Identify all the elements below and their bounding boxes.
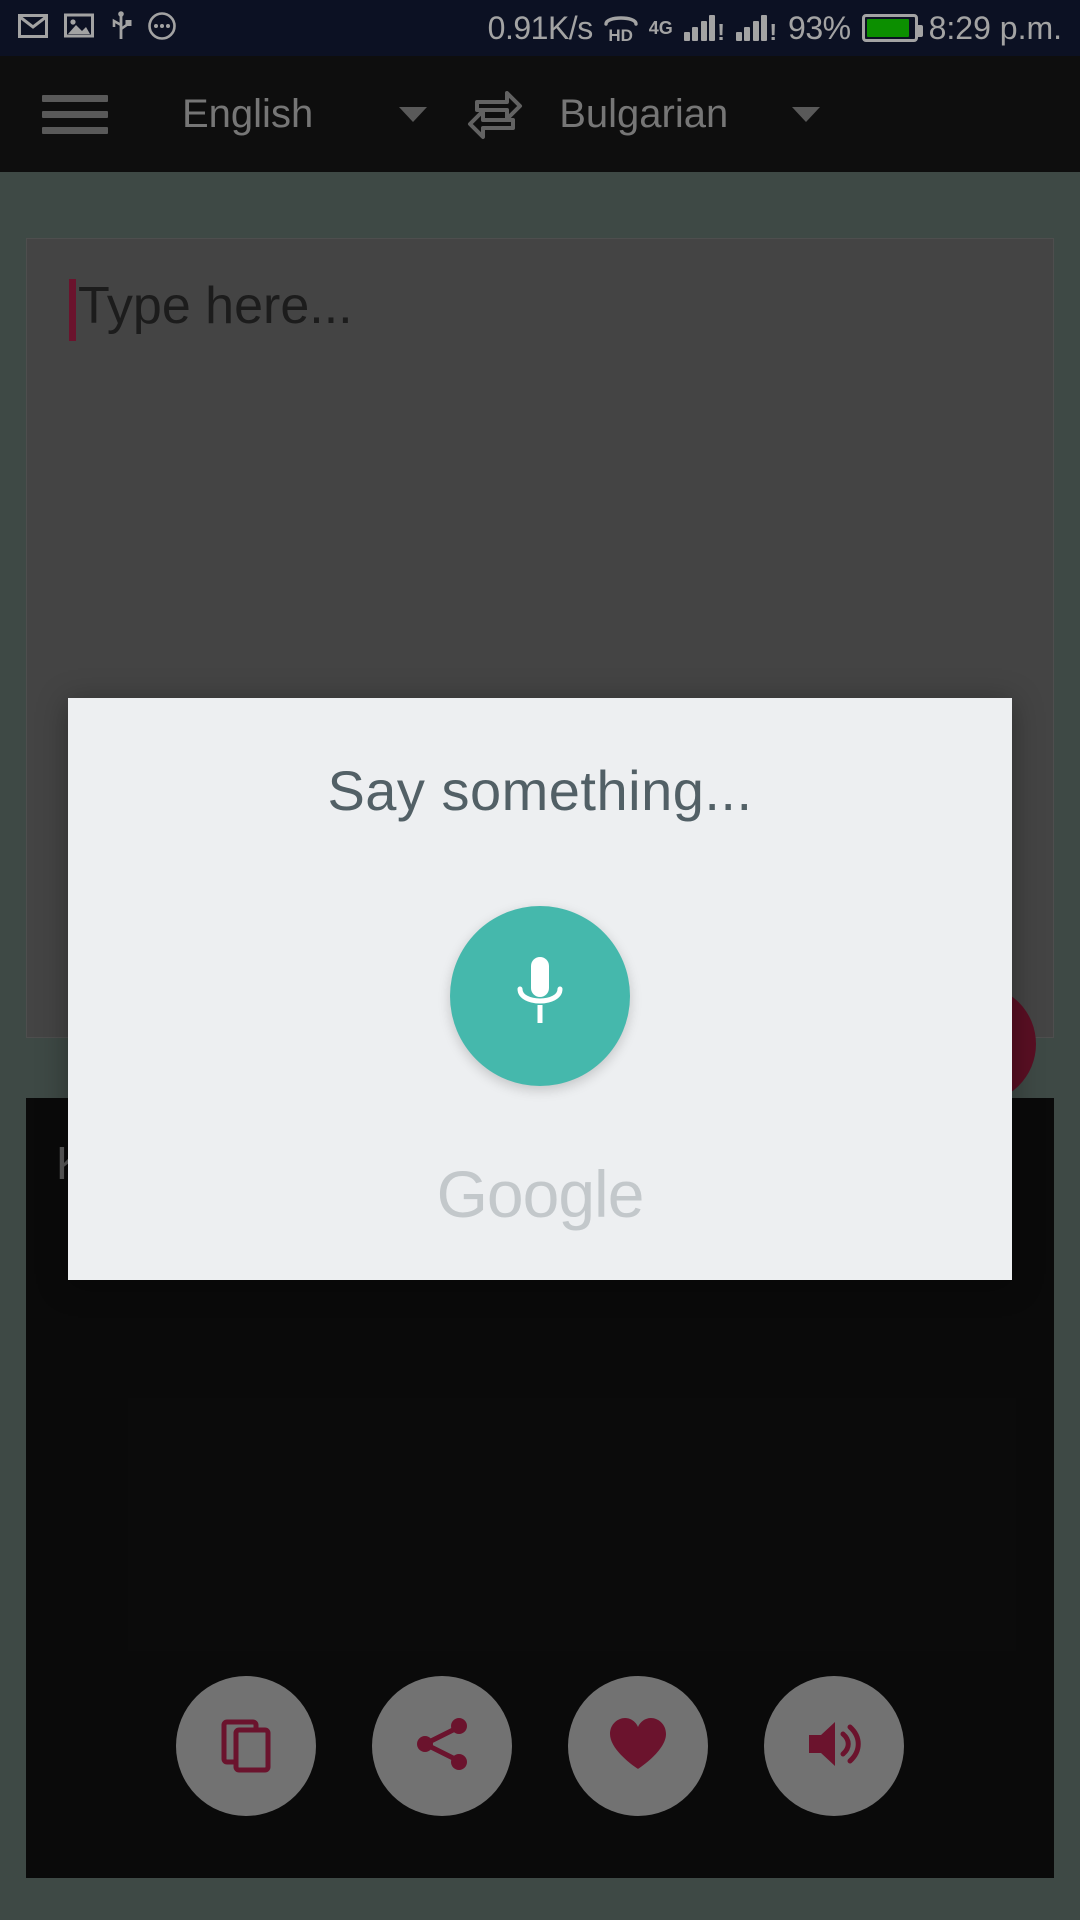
voice-input-dialog: Say something... Google [68, 698, 1012, 1280]
sim2-signal-icon: ! [735, 15, 778, 45]
image-icon [64, 13, 94, 43]
microphone-icon [503, 951, 577, 1042]
google-brand-label: Google [436, 1157, 645, 1231]
source-language-label: English [182, 91, 314, 136]
target-language-label: Bulgarian [559, 91, 729, 136]
chevron-down-icon [792, 106, 821, 122]
hd-label: HD [608, 25, 633, 45]
battery-percent-label: 93% [788, 9, 851, 46]
status-bar: 0.91K/s HD 4G ! ! 93% 8:29 p.m. [0, 0, 1080, 56]
chevron-down-icon [399, 106, 428, 122]
hd-call-icon: HD [603, 13, 638, 45]
usb-icon [110, 10, 132, 46]
more-notifications-icon [148, 11, 176, 45]
clock-label: 8:29 p.m. [928, 9, 1062, 46]
speaker-icon [803, 1715, 865, 1778]
network-speed-label: 0.91K/s [487, 9, 594, 46]
hamburger-menu-icon[interactable] [42, 94, 138, 134]
speak-button[interactable] [764, 1676, 904, 1816]
copy-button[interactable] [176, 1676, 316, 1816]
swap-languages-icon[interactable] [467, 86, 523, 142]
sim1-signal-icon: ! [683, 15, 725, 45]
result-action-bar [26, 1676, 1054, 1816]
source-language-selector[interactable]: English [182, 91, 428, 137]
phone-screen: 0.91K/s HD 4G ! ! 93% 8:29 p.m. English … [0, 0, 1080, 1920]
voice-dialog-title: Say something... [327, 759, 753, 822]
source-text-input[interactable]: Type here... [27, 239, 1053, 341]
app-toolbar: English Bulgarian [0, 56, 1080, 172]
target-language-selector[interactable]: Bulgarian [559, 91, 821, 137]
microphone-button[interactable] [450, 906, 630, 1086]
favorite-button[interactable] [568, 1676, 708, 1816]
copy-icon [216, 1714, 276, 1779]
network-type-label: 4G [648, 17, 673, 38]
battery-icon [861, 14, 923, 42]
sim2-warning-label: ! [769, 18, 778, 45]
heart-icon [607, 1715, 669, 1778]
share-icon [411, 1713, 473, 1780]
source-text-placeholder: Type here... [78, 277, 353, 335]
email-icon [18, 13, 48, 43]
share-button[interactable] [372, 1676, 512, 1816]
text-cursor [69, 279, 76, 341]
sim1-warning-label: ! [717, 18, 725, 45]
status-bar-notifications [18, 10, 176, 46]
status-bar-system: 0.91K/s HD 4G ! ! 93% 8:29 p.m. [488, 10, 1062, 47]
